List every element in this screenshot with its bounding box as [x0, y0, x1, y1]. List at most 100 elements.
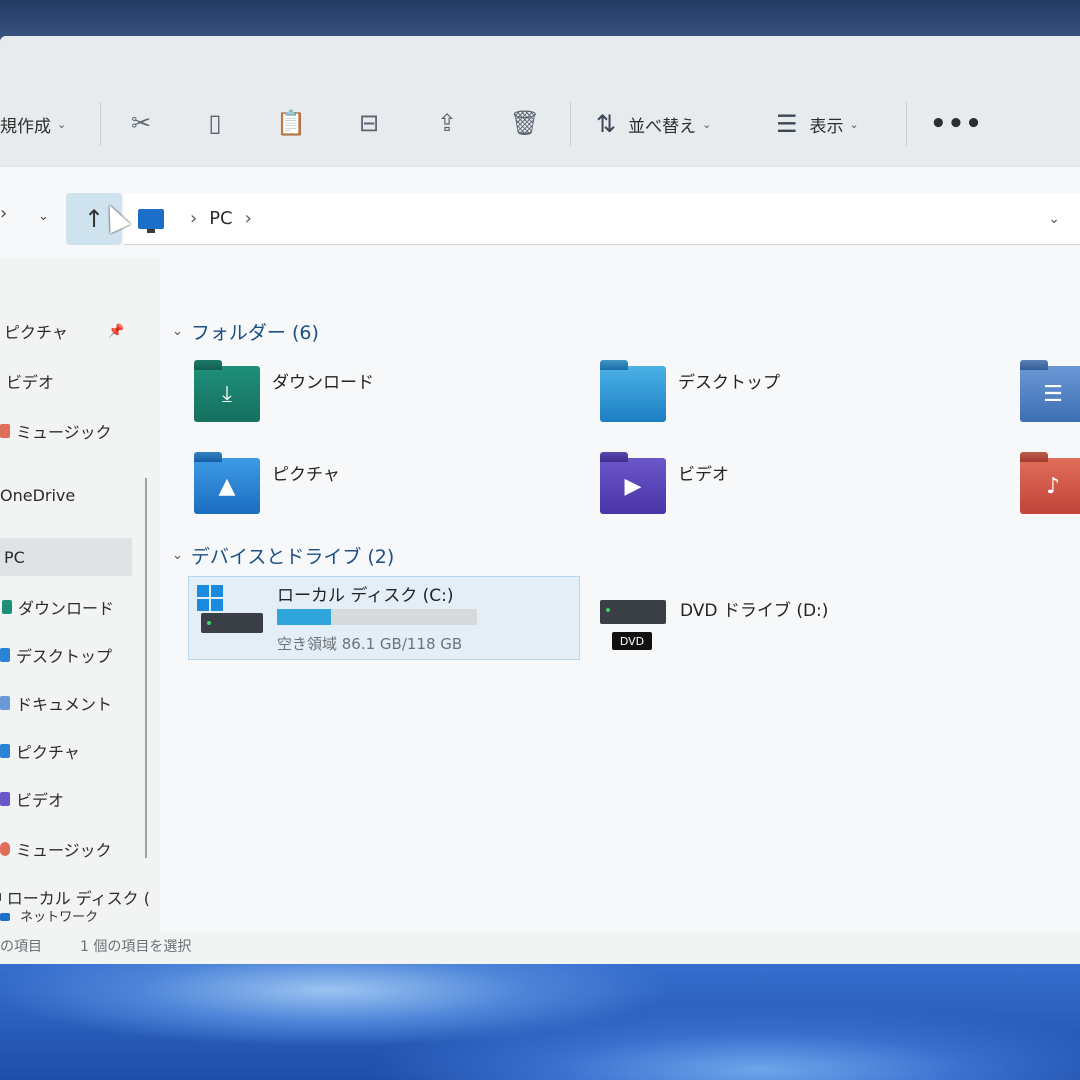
videos-folder-icon: ▶: [600, 458, 666, 514]
drive-label: DVD ドライブ (D:): [680, 601, 829, 621]
desktop-folder-icon: [600, 366, 666, 422]
pin-icon: 📌: [108, 323, 125, 339]
new-button[interactable]: 規作成 ⌄: [0, 104, 66, 144]
address-bar[interactable]: › PC ›: [124, 193, 1080, 245]
sidebar-item-label: ドキュメント: [16, 695, 113, 714]
sidebar-item-label: デスクトップ: [16, 647, 113, 666]
documents-folder-icon: ☰: [1020, 366, 1080, 422]
sidebar-item-pictures-2[interactable]: ピクチャ: [0, 732, 150, 770]
sidebar-item-label: ミュージック: [16, 841, 112, 860]
separator: [906, 102, 907, 146]
separator: [100, 102, 101, 146]
share-icon[interactable]: ⇪: [430, 106, 464, 140]
music-folder-icon: ♪: [1020, 458, 1080, 514]
sort-button-label: 並べ替え: [628, 116, 697, 137]
dvd-badge: DVD: [612, 632, 652, 650]
sidebar-item-music[interactable]: ミュージック: [0, 412, 150, 450]
desktop-wallpaper: [0, 950, 1080, 1080]
network-icon: [0, 913, 10, 921]
drive-local-disk[interactable]: ローカル ディスク (C:) 空き領域 86.1 GB/118 GB: [188, 576, 580, 660]
delete-icon[interactable]: 🗑: [508, 106, 542, 140]
desktop-folder-icon: [0, 648, 10, 662]
sidebar-item-label: ダウンロード: [18, 599, 115, 618]
folders-group-header[interactable]: ⌄ フォルダー (6): [172, 318, 319, 345]
view-list-icon: ☰: [776, 110, 798, 138]
sidebar-item-label: ビデオ: [6, 373, 55, 392]
videos-folder-icon: [0, 792, 10, 806]
download-folder-icon: [2, 600, 12, 614]
item-count: の項目: [0, 939, 42, 955]
folder-documents[interactable]: ☰: [1020, 366, 1080, 422]
pictures-folder-icon: ▲: [194, 458, 260, 514]
folder-label: デスクトップ: [678, 373, 780, 393]
chevron-down-icon: ⌄: [849, 117, 859, 131]
breadcrumb-pc[interactable]: PC: [209, 208, 232, 229]
copy-icon[interactable]: ▯: [198, 106, 232, 140]
sort-icon: ⇅: [596, 110, 617, 138]
folder-desktop[interactable]: デスクトップ: [600, 366, 780, 422]
sidebar-item-label: ビデオ: [16, 791, 65, 810]
group-title: フォルダー (6): [190, 322, 319, 344]
sidebar-item-videos-2[interactable]: ビデオ: [0, 780, 150, 818]
address-dropdown-icon[interactable]: ⌄: [1048, 211, 1060, 227]
breadcrumb-separator: ›: [190, 208, 198, 229]
folder-downloads[interactable]: ⤓ ダウンロード: [194, 366, 374, 422]
sidebar-item-pc[interactable]: PC: [0, 538, 132, 576]
status-bar: の項目 1 個の項目を選択: [0, 932, 1080, 964]
separator: [570, 102, 571, 146]
forward-icon[interactable]: ›: [0, 203, 7, 224]
drive-usage-bar: [277, 609, 477, 625]
drive-usage-fill: [277, 609, 331, 625]
documents-folder-icon: [0, 696, 10, 710]
drive-free-space: 空き領域 86.1 GB/118 GB: [277, 635, 463, 653]
folder-label: ピクチャ: [272, 465, 340, 485]
sidebar-item-downloads[interactable]: ダウンロード: [0, 588, 150, 626]
recent-locations-icon[interactable]: ⌄: [38, 209, 49, 224]
dvd-drive-icon: [600, 600, 666, 624]
sidebar-item-desktop[interactable]: デスクトップ: [0, 636, 150, 674]
sidebar-item-music-2[interactable]: ミュージック: [0, 830, 150, 868]
sidebar-item-label: ネットワーク: [20, 910, 99, 925]
download-folder-icon: ⤓: [194, 366, 260, 422]
sidebar-item-documents[interactable]: ドキュメント: [0, 684, 150, 722]
devices-group-header[interactable]: ⌄ デバイスとドライブ (2): [172, 542, 394, 569]
music-icon: [0, 842, 10, 856]
cut-icon[interactable]: ✂: [124, 106, 158, 140]
sidebar-item-label: ピクチャ: [16, 743, 80, 762]
more-options-button[interactable]: •••: [930, 104, 983, 144]
group-title: デバイスとドライブ (2): [190, 546, 395, 568]
chevron-down-icon: ⌄: [172, 548, 183, 563]
pictures-folder-icon: [0, 744, 10, 758]
folder-label: ビデオ: [678, 465, 729, 485]
rename-icon[interactable]: ⊟: [352, 106, 386, 140]
drive-dvd[interactable]: DVD DVD ドライブ (D:): [600, 586, 900, 656]
sidebar-item-network[interactable]: ネットワーク: [0, 906, 98, 925]
pc-icon: [138, 208, 164, 233]
more-options-icon: •••: [930, 109, 983, 139]
sidebar-item-label: ピクチャ: [4, 323, 68, 342]
sidebar-scrollbar[interactable]: [145, 478, 147, 858]
sort-button[interactable]: ⇅ 並べ替え ⌄: [596, 104, 711, 144]
drive-label: ローカル ディスク (C:): [277, 586, 454, 606]
sidebar-item-videos[interactable]: ビデオ: [0, 362, 150, 400]
paste-icon[interactable]: 📋: [274, 106, 308, 140]
breadcrumb-separator: ›: [244, 208, 252, 229]
address-row: › ⌄ ↑ › PC › ⌄: [0, 166, 1080, 258]
folder-label: ダウンロード: [272, 373, 374, 393]
navigation-pane: ピクチャ 📌 ビデオ ミュージック OneDrive PC ダウンロード デスク…: [0, 258, 158, 938]
new-button-label: 規作成: [0, 116, 51, 137]
chevron-down-icon: ⌄: [172, 324, 183, 339]
folder-videos[interactable]: ▶ ビデオ: [600, 458, 729, 514]
view-button[interactable]: ☰ 表示 ⌄: [776, 104, 859, 144]
chevron-down-icon: ⌄: [57, 117, 67, 131]
content-area: ⌄ フォルダー (6) ⤓ ダウンロード デスクトップ ☰ ▲ ピクチャ ▶ ビ…: [160, 258, 1080, 938]
folder-music[interactable]: ♪: [1020, 458, 1080, 514]
sidebar-item-label: ミュージック: [16, 423, 112, 442]
sidebar-item-pictures[interactable]: ピクチャ 📌: [0, 312, 150, 350]
windows-drive-icon: [197, 585, 263, 635]
folder-pictures[interactable]: ▲ ピクチャ: [194, 458, 340, 514]
sidebar-item-onedrive[interactable]: OneDrive: [0, 476, 150, 514]
selection-count: 1 個の項目を選択: [80, 939, 192, 955]
music-icon: [0, 424, 10, 438]
sidebar-item-label: PC: [4, 547, 25, 567]
